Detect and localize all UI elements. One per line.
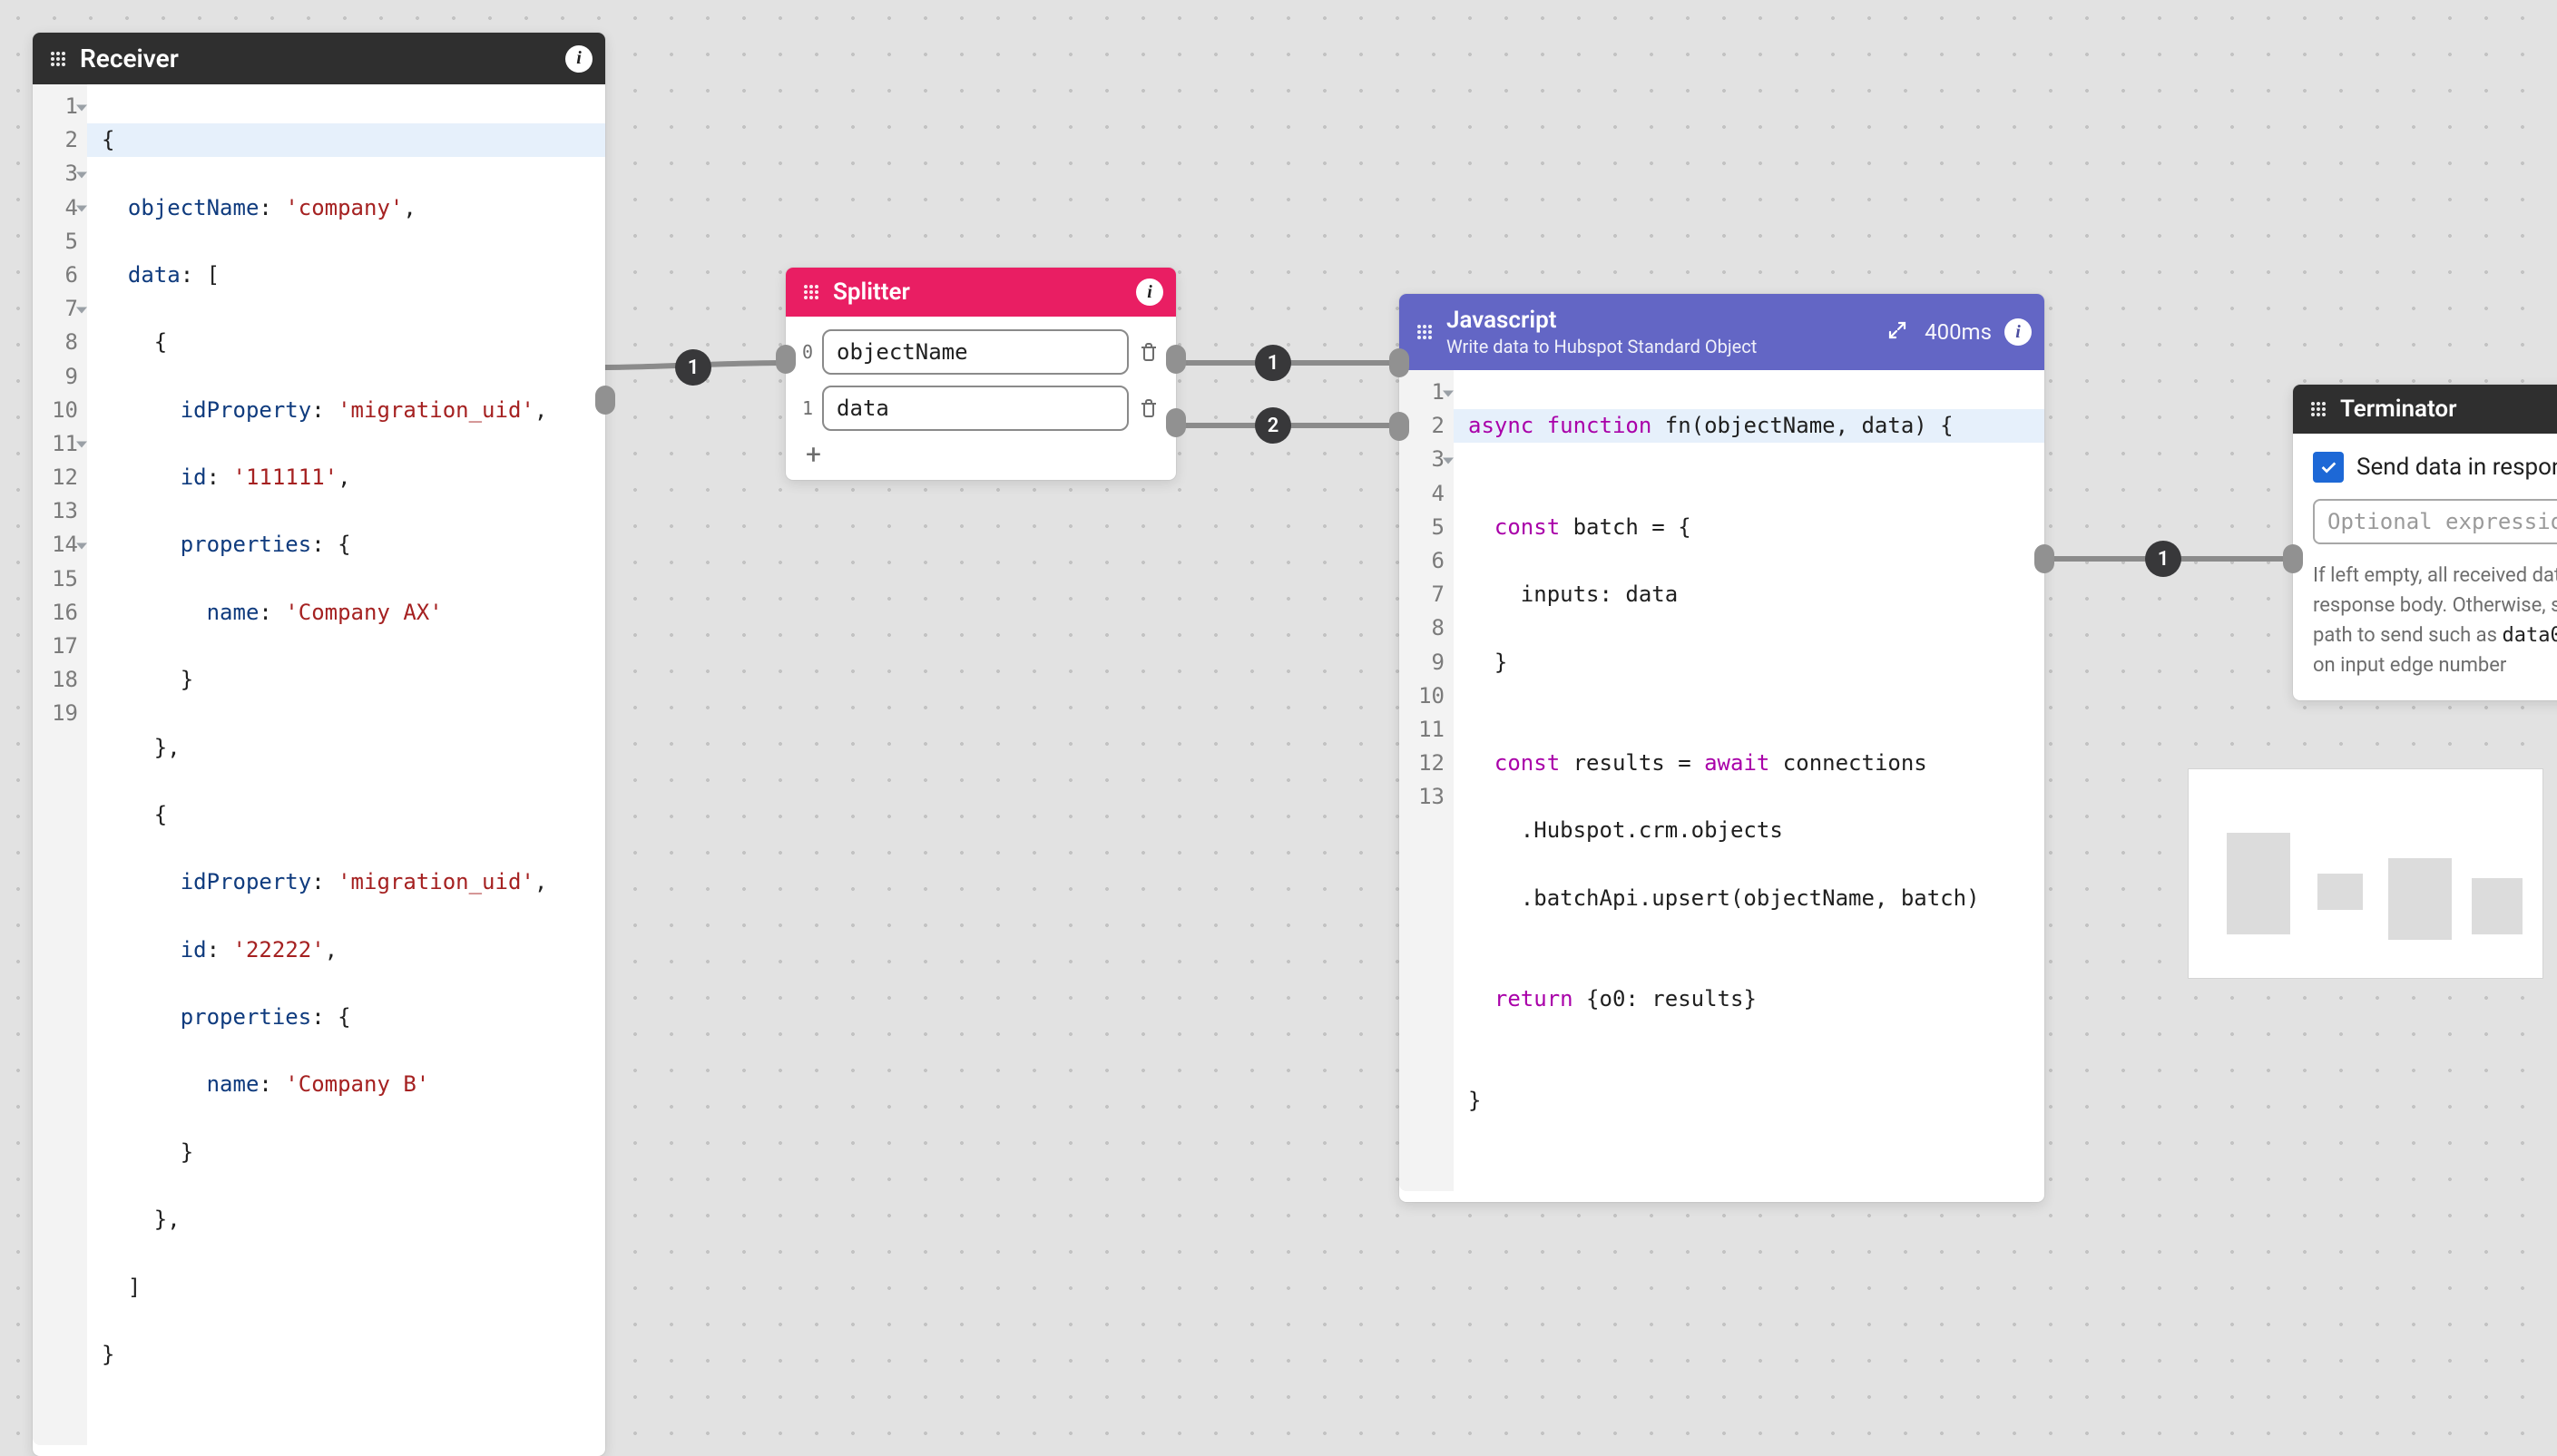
info-icon[interactable]: i	[565, 45, 593, 73]
edge-badge: 1	[675, 349, 711, 386]
trash-icon[interactable]	[1138, 339, 1160, 365]
timing-label: 400ms	[1925, 319, 1992, 345]
row-index: 1	[802, 397, 813, 419]
javascript-code[interactable]: async function fn(objectName, data) { co…	[1454, 370, 2044, 1191]
minimap-node	[2472, 878, 2523, 934]
edge-badge: 2	[1255, 407, 1291, 444]
row-index: 0	[802, 341, 813, 363]
info-icon[interactable]: i	[1136, 278, 1163, 306]
drag-handle-icon[interactable]	[2309, 400, 2327, 418]
edge-badge: 1	[2145, 541, 2181, 577]
send-data-checkbox-row: Send data in response	[2313, 452, 2557, 483]
receiver-code[interactable]: { objectName: 'company', data: [ { idPro…	[87, 84, 605, 1445]
drag-handle-icon[interactable]	[1416, 323, 1434, 341]
expand-icon[interactable]	[1886, 319, 1908, 345]
terminator-hint: If left empty, all received data will be…	[2313, 561, 2557, 680]
splitter-title: Splitter	[833, 278, 910, 306]
edge-badge: 1	[1255, 345, 1291, 381]
javascript-header[interactable]: Javascript Write data to Hubspot Standar…	[1399, 294, 2044, 370]
splitter-header[interactable]: Splitter i	[786, 268, 1176, 317]
input-port[interactable]	[2283, 544, 2303, 573]
line-gutter: 1 2 3 4 5 6 7 8 9 10 11 12 13	[1399, 370, 1454, 1191]
javascript-title: Javascript	[1446, 307, 1757, 334]
splitter-field-1[interactable]	[822, 386, 1129, 431]
terminator-header[interactable]: Terminator i	[2293, 385, 2557, 434]
output-port-1[interactable]	[1166, 408, 1186, 437]
receiver-title: Receiver	[80, 44, 179, 73]
receiver-node: Receiver i 1 2 3 4 5 6 7 8 9 10 11 12 13…	[33, 33, 605, 1456]
trash-icon[interactable]	[1138, 396, 1160, 421]
line-gutter: 1 2 3 4 5 6 7 8 9 10 11 12 13 14 15 16 1…	[33, 84, 87, 1445]
minimap-node	[2227, 833, 2290, 934]
receiver-header[interactable]: Receiver i	[33, 33, 605, 84]
splitter-row: 1	[802, 386, 1160, 431]
input-port-0[interactable]	[1389, 348, 1409, 377]
output-port[interactable]	[2034, 544, 2054, 573]
add-row-button[interactable]: +	[802, 442, 1160, 469]
terminator-node: Terminator i Send data in response If le…	[2293, 385, 2557, 700]
info-icon[interactable]: i	[2004, 318, 2032, 346]
javascript-node: Javascript Write data to Hubspot Standar…	[1399, 294, 2044, 1202]
minimap-node	[2317, 874, 2363, 910]
minimap-node	[2388, 858, 2452, 940]
splitter-field-0[interactable]	[822, 329, 1129, 375]
javascript-editor[interactable]: 1 2 3 4 5 6 7 8 9 10 11 12 13 async func…	[1399, 370, 2044, 1202]
terminator-title: Terminator	[2340, 396, 2456, 423]
send-data-checkbox[interactable]	[2313, 452, 2344, 483]
send-data-label: Send data in response	[2356, 454, 2557, 481]
input-port-1[interactable]	[1389, 412, 1409, 441]
terminator-body: Send data in response If left empty, all…	[2293, 434, 2557, 700]
splitter-row: 0	[802, 329, 1160, 375]
output-port-0[interactable]	[1166, 345, 1186, 374]
expression-input[interactable]	[2313, 499, 2557, 544]
output-port[interactable]	[595, 386, 615, 415]
minimap[interactable]	[2189, 769, 2542, 978]
splitter-node: Splitter i 0 1 +	[786, 268, 1176, 480]
drag-handle-icon[interactable]	[802, 283, 820, 301]
splitter-body: 0 1 +	[786, 317, 1176, 480]
javascript-subtitle: Write data to Hubspot Standard Object	[1446, 336, 1757, 357]
drag-handle-icon[interactable]	[49, 50, 67, 68]
input-port[interactable]	[776, 345, 796, 374]
receiver-editor[interactable]: 1 2 3 4 5 6 7 8 9 10 11 12 13 14 15 16 1…	[33, 84, 605, 1456]
